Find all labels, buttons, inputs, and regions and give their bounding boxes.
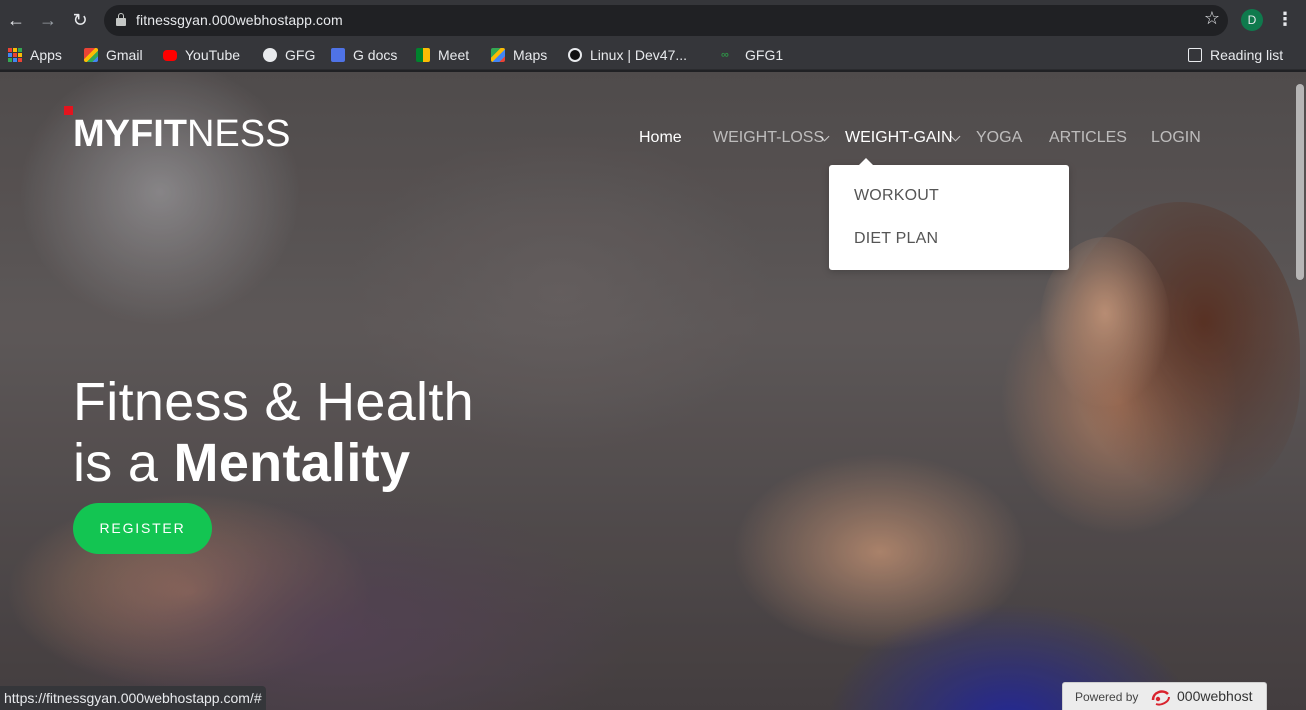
linux-icon <box>568 48 582 62</box>
maps-icon <box>491 48 505 62</box>
bookmark-maps[interactable]: Maps <box>491 46 547 64</box>
hero-headline-line1: Fitness & Health <box>73 372 474 432</box>
gfg-icon: ∞ <box>721 49 729 61</box>
bookmark-label: GFG1 <box>745 47 784 63</box>
forward-arrow-icon[interactable]: → <box>36 8 60 32</box>
bookmark-label: Meet <box>438 47 470 63</box>
bookmark-label: Gmail <box>106 47 143 63</box>
bookmarks-bar: Apps Gmail YouTube GFG G docs Meet Maps … <box>0 40 1306 70</box>
docs-icon <box>331 48 345 62</box>
nav-yoga[interactable]: YOGA <box>976 129 1022 149</box>
host-brand-label: 000webhost <box>1177 688 1253 704</box>
bookmark-label: G docs <box>353 47 398 63</box>
browser-menu-icon[interactable]: ⋮ <box>1276 9 1294 31</box>
meet-icon <box>416 48 430 62</box>
bookmark-linux[interactable]: Linux | Dev47... <box>568 46 687 64</box>
bookmark-label: GFG <box>285 47 316 63</box>
browser-toolbar: ← → ↻ fitnessgyan.000webhostapp.com ☆ D … <box>0 0 1306 40</box>
bookmark-meet[interactable]: Meet <box>416 46 469 64</box>
scrollbar-thumb[interactable] <box>1296 84 1304 280</box>
nav-articles[interactable]: ARTICLES <box>1049 129 1127 149</box>
powered-by-label: Powered by <box>1075 690 1139 704</box>
site-logo[interactable]: MYFITNESS <box>73 112 290 156</box>
reading-list-icon <box>1188 48 1202 62</box>
reading-list-label: Reading list <box>1210 47 1284 63</box>
bookmark-label: Linux | Dev47... <box>590 47 688 63</box>
weight-gain-dropdown: WORKOUT DIET PLAN <box>829 158 1069 270</box>
bookmark-gdocs[interactable]: G docs <box>331 46 397 64</box>
dropdown-workout[interactable]: WORKOUT <box>854 187 939 205</box>
bookmark-label: Apps <box>30 47 62 63</box>
bookmark-gfg[interactable]: GFG <box>263 46 315 64</box>
nav-weight-loss[interactable]: WEIGHT-LOSS <box>713 129 824 149</box>
hero-line2-bold: Mentality <box>173 433 411 493</box>
hero-headline-line2: is a Mentality <box>73 433 410 493</box>
000webhost-logo-icon <box>1151 690 1170 706</box>
nav-home[interactable]: Home <box>639 129 682 149</box>
nav-weight-gain[interactable]: WEIGHT-GAIN <box>845 129 953 149</box>
powered-by-badge[interactable]: Powered by 000webhost <box>1062 682 1267 710</box>
address-url[interactable]: fitnessgyan.000webhostapp.com <box>136 12 343 28</box>
bookmark-youtube[interactable]: YouTube <box>163 46 240 64</box>
logo-bold-text: MYFIT <box>73 113 187 155</box>
back-arrow-icon[interactable]: ← <box>4 8 28 32</box>
logo-thin-text: NESS <box>186 113 291 155</box>
apps-grid-icon <box>8 48 22 62</box>
globe-icon <box>263 48 277 62</box>
reload-icon[interactable]: ↻ <box>68 8 92 32</box>
address-bar[interactable]: fitnessgyan.000webhostapp.com ☆ <box>104 5 1228 36</box>
bookmark-label: Maps <box>513 47 548 63</box>
bookmark-star-icon[interactable]: ☆ <box>1204 8 1220 29</box>
bookmark-label: YouTube <box>185 47 241 63</box>
hero-line2-prefix: is a <box>73 433 174 493</box>
reading-list[interactable]: Reading list <box>1188 46 1283 64</box>
bookmark-gfg1[interactable]: ∞ GFG1 <box>721 46 783 64</box>
bookmark-apps[interactable]: Apps <box>8 46 62 64</box>
bookmark-gmail[interactable]: Gmail <box>84 46 143 64</box>
logo-mark <box>64 106 73 115</box>
page-viewport: MYFITNESS Home WEIGHT-LOSS WEIGHT-GAIN Y… <box>0 72 1306 710</box>
gmail-icon <box>84 48 98 62</box>
status-bar-url: https://fitnessgyan.000webhostapp.com/# <box>0 686 266 710</box>
nav-login[interactable]: LOGIN <box>1151 129 1201 149</box>
profile-avatar[interactable]: D <box>1241 9 1263 31</box>
youtube-icon <box>163 49 177 61</box>
register-button[interactable]: REGISTER <box>73 503 212 554</box>
dropdown-diet-plan[interactable]: DIET PLAN <box>854 230 938 248</box>
lock-icon[interactable] <box>116 13 126 26</box>
